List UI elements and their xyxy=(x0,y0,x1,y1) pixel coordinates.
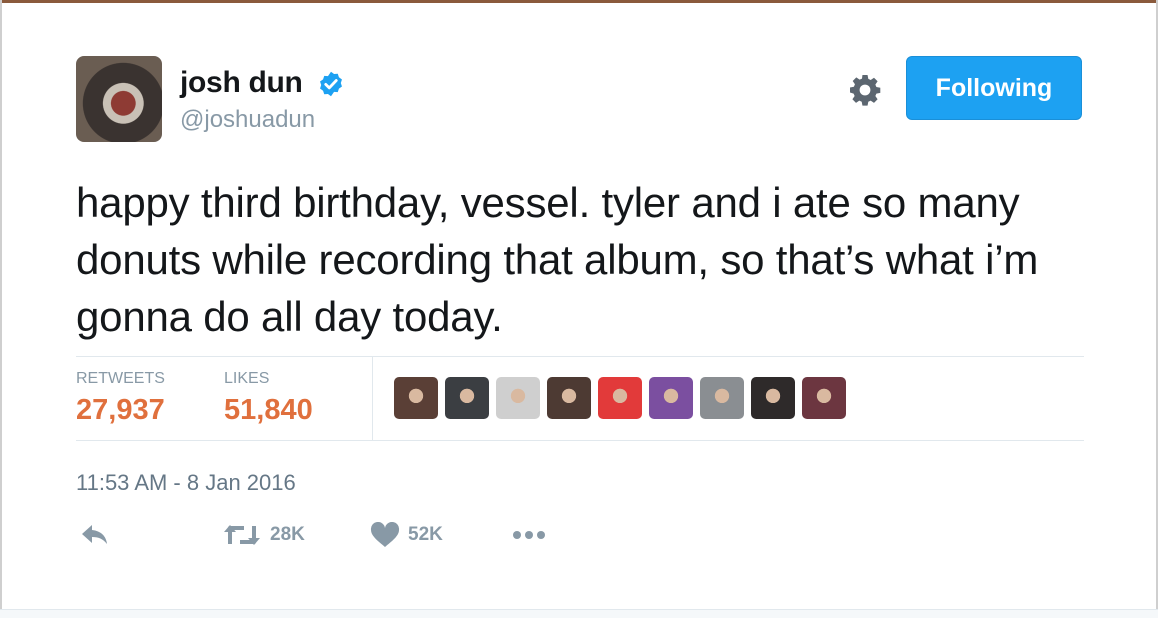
liker-avatar[interactable] xyxy=(649,377,693,419)
liker-avatar[interactable] xyxy=(751,377,795,419)
window-left-border xyxy=(0,0,2,618)
reply-icon xyxy=(82,525,107,544)
liker-avatar[interactable] xyxy=(802,377,846,419)
liker-avatar[interactable] xyxy=(496,377,540,419)
verified-badge-icon xyxy=(320,71,342,97)
liker-avatars xyxy=(394,377,846,419)
likes-label: LIKES xyxy=(224,370,270,387)
reply-button[interactable] xyxy=(80,522,110,548)
bottom-band xyxy=(0,609,1158,618)
liker-avatar[interactable] xyxy=(700,377,744,419)
more-dots-icon xyxy=(513,531,545,539)
liker-avatar[interactable] xyxy=(547,377,591,419)
likes-count[interactable]: 51,840 xyxy=(224,394,313,427)
liker-avatar[interactable] xyxy=(445,377,489,419)
divider-top xyxy=(76,356,1084,357)
more-button[interactable] xyxy=(512,522,546,548)
following-button[interactable]: Following xyxy=(906,56,1082,120)
retweet-button[interactable]: 28K xyxy=(222,522,305,548)
like-button[interactable]: 52K xyxy=(370,522,443,548)
gear-icon[interactable] xyxy=(847,72,883,108)
window-top-border xyxy=(0,0,1158,3)
retweet-icon xyxy=(224,525,260,545)
display-name[interactable]: josh dun xyxy=(180,66,303,100)
like-count: 52K xyxy=(408,524,443,545)
retweet-count: 28K xyxy=(270,524,305,545)
retweets-count[interactable]: 27,937 xyxy=(76,394,165,427)
stats-divider xyxy=(372,357,373,440)
tweet-text: happy third birthday, vessel. tyler and … xyxy=(76,179,1039,340)
liker-avatar[interactable] xyxy=(394,377,438,419)
retweets-label: RETWEETS xyxy=(76,370,165,387)
user-handle[interactable]: @joshuadun xyxy=(180,106,315,134)
divider-bottom xyxy=(76,440,1084,441)
liker-avatar[interactable] xyxy=(598,377,642,419)
tweet-timestamp[interactable]: 11:53 AM - 8 Jan 2016 xyxy=(76,470,296,496)
avatar[interactable] xyxy=(76,56,162,142)
heart-icon xyxy=(370,522,400,547)
